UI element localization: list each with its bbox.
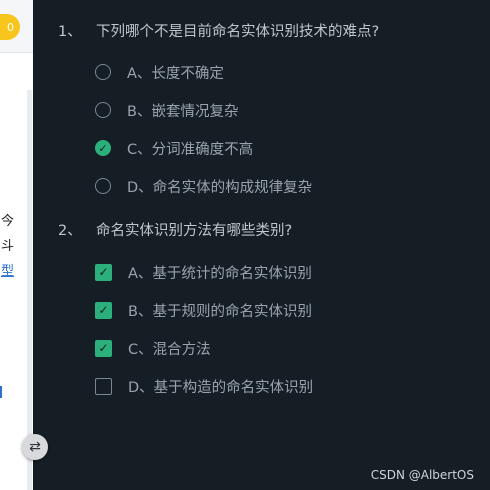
text-fragment: 斗	[1, 239, 15, 254]
background-sidebar: 今 斗 型	[0, 90, 32, 490]
q2-option-b[interactable]: ✓ B、基于规则的命名实体识别	[95, 300, 312, 320]
option-label: B、嵌套情况复杂	[127, 103, 239, 120]
count-badge: 0	[0, 14, 20, 40]
q1-option-a[interactable]: A、长度不确定	[95, 62, 224, 82]
question-1: 1、 下列哪个不是目前命名实体识别技术的难点?	[58, 20, 379, 41]
watermark: CSDN @AlbertOS	[370, 468, 474, 482]
question-number: 2、	[58, 223, 82, 239]
q2-option-c[interactable]: ✓ C、混合方法	[95, 338, 211, 358]
option-label: C、分词准确度不高	[127, 141, 254, 158]
q2-option-a[interactable]: ✓ A、基于统计的命名实体识别	[95, 262, 312, 282]
radio-unchecked-icon[interactable]	[95, 102, 111, 118]
text-fragment: 今	[1, 214, 15, 229]
option-label: A、长度不确定	[127, 65, 224, 82]
swap-horizontal-icon[interactable]: ⇄	[22, 434, 48, 460]
checkbox-checked-icon[interactable]: ✓	[95, 339, 112, 357]
option-label: D、基于构造的命名实体识别	[128, 379, 314, 396]
link-fragment[interactable]: 型	[1, 260, 14, 279]
checkbox-unchecked-icon[interactable]	[95, 377, 112, 395]
radio-checked-icon[interactable]: ✓	[95, 140, 111, 156]
option-label: D、命名实体的构成规律复杂	[127, 179, 313, 196]
question-text: 命名实体识别方法有哪些类别?	[96, 223, 293, 239]
q2-option-d[interactable]: D、基于构造的命名实体识别	[95, 376, 313, 396]
question-text: 下列哪个不是目前命名实体识别技术的难点?	[96, 24, 380, 40]
radio-unchecked-icon[interactable]	[95, 178, 111, 194]
option-label: B、基于规则的命名实体识别	[128, 303, 312, 320]
checkbox-checked-icon[interactable]: ✓	[95, 263, 112, 281]
quiz-panel: 1、 下列哪个不是目前命名实体识别技术的难点? A、长度不确定 B、嵌套情况复杂 …	[33, 0, 490, 490]
q1-option-d[interactable]: D、命名实体的构成规律复杂	[95, 176, 312, 196]
q1-option-b[interactable]: B、嵌套情况复杂	[95, 100, 238, 120]
checkbox-checked-icon[interactable]: ✓	[95, 301, 112, 319]
background-header: 0	[0, 0, 33, 53]
radio-unchecked-icon[interactable]	[95, 64, 111, 80]
background-page: 0 今 斗 型	[0, 0, 33, 490]
accent-mark	[0, 386, 2, 398]
question-2: 2、 命名实体识别方法有哪些类别?	[58, 219, 292, 240]
option-label: A、基于统计的命名实体识别	[128, 265, 312, 282]
q1-option-c[interactable]: ✓ C、分词准确度不高	[95, 138, 253, 158]
option-label: C、混合方法	[128, 341, 211, 358]
question-number: 1、	[58, 24, 82, 40]
